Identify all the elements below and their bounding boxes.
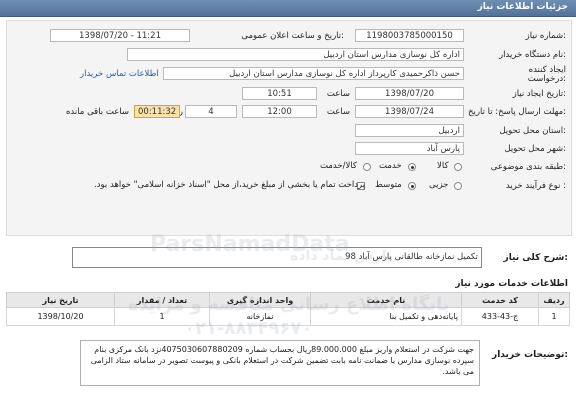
buyer-field[interactable]: اداره کل نوسازی مدارس استان اردبیل — [127, 48, 464, 61]
col-row-header: ردیف — [538, 292, 570, 308]
purchase-minor-radio[interactable] — [454, 182, 462, 190]
countdown-timer: 00:11:32 — [134, 105, 180, 118]
create-time-field[interactable]: 10:51 — [242, 87, 317, 100]
services-title: اطلاعات خدمات مورد نیاز — [455, 279, 568, 289]
purchase-minor-label: جزیی — [429, 180, 449, 190]
category-goods-label: کالا — [437, 161, 449, 171]
services-table: ردیف کد خدمت نام خدمت واحد اندازه گیری ت… — [6, 292, 570, 326]
summary-label: شرح کلی نیاز: — [503, 253, 568, 263]
cell-date: 1398/10/20 — [6, 307, 115, 326]
treasury-payment-note: پرداخت تمام یا بخشی از مبلغ خرید،از محل … — [94, 180, 366, 190]
announce-field[interactable]: 1398/07/20 - 11:21 — [50, 29, 190, 42]
creator-label: ایجاد کننده درخواست: — [527, 65, 566, 84]
col-unit-header: واحد اندازه گیری — [209, 292, 311, 308]
category-both-label: کالا/خدمت — [320, 161, 357, 171]
services-header-row: ردیف کد خدمت نام خدمت واحد اندازه گیری ت… — [6, 292, 570, 308]
announce-label: تاریخ و ساعت اعلان عمومی: — [241, 31, 344, 41]
cell-name: پایانه‌دهی و تکمیل بنا — [310, 307, 462, 326]
need-number-label: شماره نیاز: — [525, 31, 566, 41]
category-service-radio[interactable] — [408, 163, 416, 171]
city-label: شهر محل تحویل: — [504, 144, 566, 154]
province-label: استان محل تحویل: — [499, 126, 566, 136]
deadline-time-label: ساعت — [326, 107, 350, 117]
category-service-label: خدمت — [379, 161, 402, 171]
province-field[interactable]: اردبیل — [355, 124, 464, 137]
days-remaining-field[interactable]: 4 — [185, 105, 237, 118]
remaining-label: ساعت باقی مانده — [65, 107, 129, 117]
deadline-label: مهلت ارسال پاسخ: تا تاریخ: — [468, 107, 566, 117]
creator-field[interactable]: حسن ذاکرحمیدی کارپرداز اداره کل نوسازی م… — [163, 67, 464, 80]
create-date-label: تاریخ ایجاد نیاز: — [512, 89, 566, 99]
title-bar: جزئیات اطلاعات نیاز — [0, 0, 576, 17]
category-label: طبقه بندی موضوعی: — [490, 162, 566, 172]
city-field[interactable]: پارس آباد — [355, 142, 464, 155]
deadline-time-field[interactable]: 12:00 — [242, 105, 317, 118]
purchase-type-label: نوع فرآیند خرید : — [505, 181, 566, 191]
buyer-notes-field[interactable]: جهت شرکت در استعلام واریز مبلغ 89.000.00… — [80, 340, 480, 386]
category-both-radio[interactable] — [363, 163, 371, 171]
page-title: جزئیات اطلاعات نیاز — [477, 2, 568, 12]
cell-unit: نمازخانه — [209, 307, 311, 326]
table-row[interactable]: 1 ج-43-433 پایانه‌دهی و تکمیل بنا نمازخا… — [6, 307, 570, 326]
cell-code: ج-43-433 — [461, 307, 539, 326]
category-goods-radio[interactable] — [454, 163, 462, 171]
create-time-label: ساعت — [326, 89, 350, 99]
summary-field[interactable]: تکمیل نمازخانه طالقانی پارس آباد 98 — [72, 247, 482, 268]
buyer-label: نام دستگاه خریدار: — [499, 50, 566, 60]
col-qty-header: تعداد / مقدار — [114, 292, 210, 308]
col-name-header: نام خدمت — [310, 292, 462, 308]
col-date-header: تاریخ نیاز — [6, 292, 115, 308]
buyer-notes-label: توضیحات خریدار: — [492, 350, 568, 360]
purchase-medium-radio[interactable] — [408, 182, 416, 190]
col-code-header: کد خدمت — [461, 292, 539, 308]
deadline-date-field[interactable]: 1398/07/24 — [355, 105, 464, 118]
need-number-field[interactable]: 1198003785000150 — [355, 29, 464, 42]
cell-row: 1 — [538, 307, 570, 326]
buyer-contact-link[interactable]: اطلاعات تماس خریدار — [80, 69, 159, 79]
create-date-field[interactable]: 1398/07/20 — [355, 87, 464, 100]
cell-qty: 1 — [114, 307, 210, 326]
purchase-medium-label: متوسط — [375, 180, 402, 190]
